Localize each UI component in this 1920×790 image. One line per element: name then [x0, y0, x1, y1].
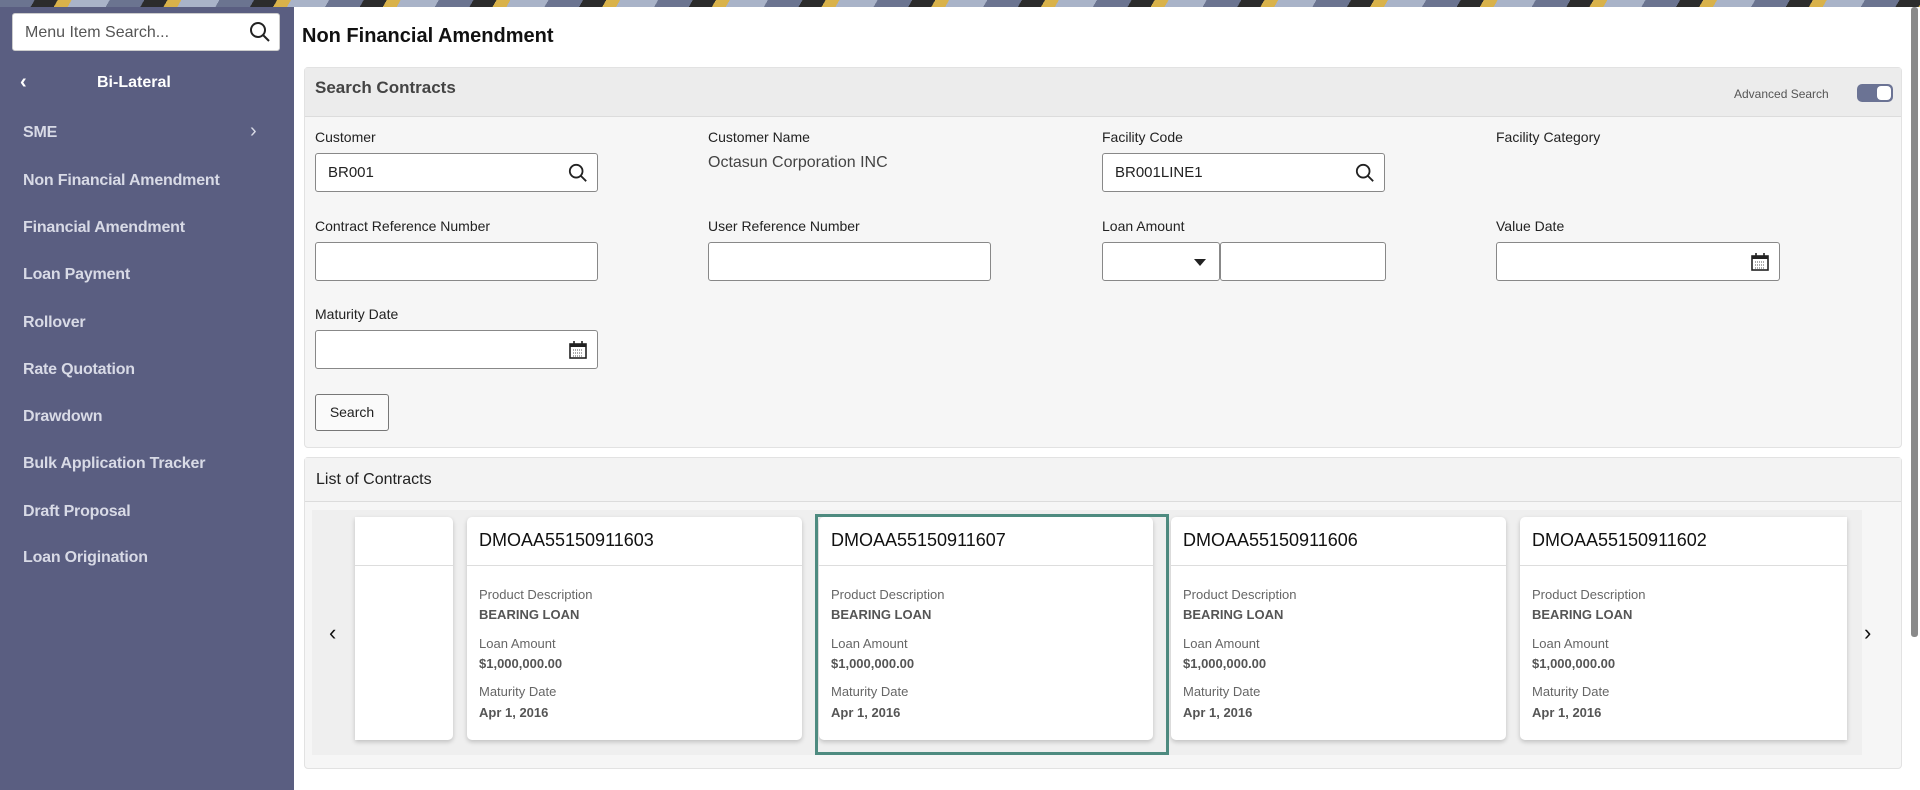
- maturity-label: Maturity Date: [1183, 684, 1261, 699]
- back-chevron-icon[interactable]: ‹: [20, 71, 27, 94]
- caret-down-icon: [1194, 259, 1206, 266]
- amount-label: Loan Amount: [1532, 636, 1609, 651]
- search-icon[interactable]: [568, 163, 588, 183]
- chevron-right-icon[interactable]: ›: [250, 120, 257, 143]
- top-banner: [0, 0, 1920, 7]
- customer-label: Customer: [315, 129, 376, 145]
- sidebar-item-rate-quotation[interactable]: Rate Quotation: [23, 361, 135, 379]
- customer-input[interactable]: BR001: [315, 153, 598, 192]
- product-label: Product Description: [479, 587, 593, 602]
- sidebar-item-draft-proposal[interactable]: Draft Proposal: [23, 503, 131, 521]
- maturity-label: Maturity Date: [479, 684, 557, 699]
- sidebar-item-bulk-application-tracker[interactable]: Bulk Application Tracker: [23, 455, 205, 473]
- contract-card-partial[interactable]: [355, 517, 453, 740]
- sidebar-item-rollover[interactable]: Rollover: [23, 314, 86, 332]
- user-reference-input[interactable]: [708, 242, 991, 281]
- facility-code-input[interactable]: BR001LINE1: [1102, 153, 1385, 192]
- section-title: Bi-Lateral: [97, 74, 171, 91]
- advanced-search-label: Advanced Search: [1734, 87, 1829, 101]
- amount-label: Loan Amount: [479, 636, 556, 651]
- amount-label: Loan Amount: [1183, 636, 1260, 651]
- contract-id: DMOAA55150911606: [1183, 530, 1358, 550]
- contract-reference-input[interactable]: [315, 242, 598, 281]
- carousel-next-arrow-icon[interactable]: ›: [1864, 620, 1871, 646]
- maturity-value: Apr 1, 2016: [1183, 705, 1253, 720]
- sidebar-item-sme[interactable]: SME: [23, 124, 57, 142]
- sidebar-section-header[interactable]: ‹ Bi-Lateral: [0, 71, 294, 97]
- loan-amount-label: Loan Amount: [1102, 218, 1185, 234]
- amount-value: $1,000,000.00: [1532, 656, 1616, 671]
- amount-value: $1,000,000.00: [1183, 656, 1267, 671]
- value-date-input[interactable]: [1496, 242, 1780, 281]
- calendar-icon[interactable]: [1750, 252, 1770, 272]
- maturity-date-label: Maturity Date: [315, 306, 399, 322]
- contract-card[interactable]: DMOAA55150911602 Product Description BEA…: [1520, 517, 1847, 740]
- customer-name-value: Octasun Corporation INC: [708, 154, 888, 171]
- search-icon[interactable]: [1355, 163, 1375, 183]
- contract-id: DMOAA55150911602: [1532, 530, 1707, 550]
- menu-search-placeholder: Menu Item Search...: [25, 24, 170, 41]
- page-title: Non Financial Amendment: [302, 25, 554, 47]
- maturity-value: Apr 1, 2016: [479, 705, 549, 720]
- search-button[interactable]: Search: [315, 394, 389, 431]
- sidebar-item-non-financial-amendment[interactable]: Non Financial Amendment: [23, 172, 220, 190]
- search-icon[interactable]: [249, 21, 271, 43]
- maturity-value: Apr 1, 2016: [1532, 705, 1602, 720]
- maturity-label: Maturity Date: [1532, 684, 1610, 699]
- search-panel-title: Search Contracts: [315, 78, 456, 97]
- contract-card[interactable]: DMOAA55150911606 Product Description BEA…: [1171, 517, 1506, 740]
- currency-select[interactable]: [1102, 242, 1220, 281]
- advanced-search-toggle[interactable]: [1857, 84, 1893, 102]
- sidebar-item-loan-payment[interactable]: Loan Payment: [23, 266, 130, 284]
- calendar-icon[interactable]: [568, 340, 588, 360]
- contract-card[interactable]: DMOAA55150911603 Product Description BEA…: [467, 517, 802, 740]
- list-panel-title: List of Contracts: [316, 471, 432, 488]
- facility-category-label: Facility Category: [1496, 129, 1601, 145]
- product-value: BEARING LOAN: [1183, 607, 1284, 622]
- product-value: BEARING LOAN: [479, 607, 580, 622]
- amount-value: $1,000,000.00: [479, 656, 563, 671]
- sidebar-item-drawdown[interactable]: Drawdown: [23, 408, 102, 426]
- loan-amount-input[interactable]: [1220, 242, 1386, 281]
- sidebar-item-financial-amendment[interactable]: Financial Amendment: [23, 219, 185, 237]
- carousel-prev-arrow-icon[interactable]: ‹: [329, 620, 336, 646]
- maturity-date-input[interactable]: [315, 330, 598, 369]
- user-reference-label: User Reference Number: [708, 218, 860, 234]
- vertical-scrollbar[interactable]: [1911, 7, 1918, 637]
- search-panel-header: Search Contracts: [305, 68, 1901, 117]
- list-panel-header: List of Contracts: [305, 458, 1901, 502]
- sidebar-item-loan-origination[interactable]: Loan Origination: [23, 549, 148, 567]
- product-value: BEARING LOAN: [1532, 607, 1633, 622]
- facility-code-label: Facility Code: [1102, 129, 1183, 145]
- contract-reference-label: Contract Reference Number: [315, 218, 491, 234]
- contract-id: DMOAA55150911603: [479, 530, 654, 550]
- menu-search-input[interactable]: Menu Item Search...: [12, 13, 280, 51]
- product-label: Product Description: [1532, 587, 1646, 602]
- customer-name-label: Customer Name: [708, 129, 810, 145]
- customer-value: BR001: [328, 164, 374, 181]
- facility-code-value: BR001LINE1: [1115, 164, 1203, 181]
- product-label: Product Description: [1183, 587, 1297, 602]
- value-date-label: Value Date: [1496, 218, 1565, 234]
- selected-card-highlight: [815, 514, 1169, 755]
